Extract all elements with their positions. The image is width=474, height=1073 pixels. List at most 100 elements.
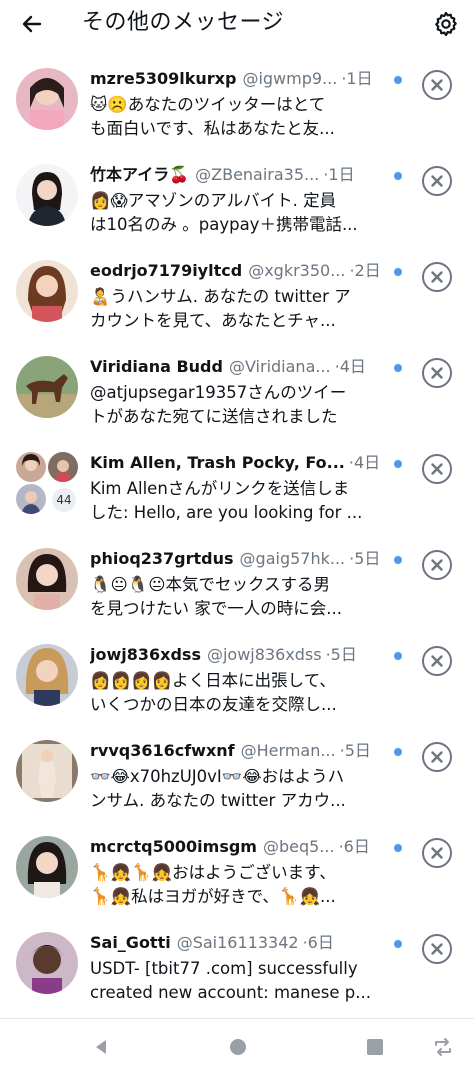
system-navigation-bar xyxy=(0,1018,474,1073)
message-row[interactable]: 竹本アイラ🍒 @ZBenaira35... · 1日 👩😱アマゾンのアルバイト.… xyxy=(0,148,474,244)
dismiss-button[interactable] xyxy=(422,166,452,196)
sender-name: phioq237grtdus xyxy=(90,549,234,568)
unread-dot xyxy=(394,844,402,852)
unread-dot xyxy=(394,556,402,564)
message-preview: 🦒👧🦒👧おはようございます、 🦒👧私はヨガが好きで、🦒👧... xyxy=(90,861,380,909)
close-icon xyxy=(431,175,443,187)
dismiss-button[interactable] xyxy=(422,742,452,772)
close-icon xyxy=(431,751,443,763)
message-row[interactable]: mcrctq5000imsgm @beq5... · 6日 🦒👧🦒👧おはようござ… xyxy=(0,820,474,916)
nav-recents-button[interactable] xyxy=(364,1037,386,1057)
timestamp: 4日 xyxy=(353,453,381,472)
sender-name: Kim Allen, Trash Pocky, Fo... xyxy=(90,453,345,472)
dismiss-button[interactable] xyxy=(422,646,452,676)
sender-name: jowj836xdss xyxy=(90,645,201,664)
message-preview: 👓😂x70hzUJ0vI👓😂おはようハ ンサム. あなたの twitter アカ… xyxy=(90,765,380,813)
preview-line: 🦒👧私はヨガが好きで、🦒👧... xyxy=(90,887,336,906)
gear-icon xyxy=(435,11,457,37)
sender-name: rvvq3616cfwxnf xyxy=(90,741,235,760)
message-row[interactable]: Viridiana Budd @Viridiana... · 4日 @atjup… xyxy=(0,340,474,436)
arrow-left-icon xyxy=(22,15,42,33)
unread-dot xyxy=(394,364,402,372)
message-header: Kim Allen, Trash Pocky, Fo... · 4日 xyxy=(90,452,390,474)
timestamp: 1日 xyxy=(328,165,355,184)
preview-line: USDT- [tbit77 .com] successfully xyxy=(90,959,358,978)
avatar xyxy=(16,164,78,226)
message-header: phioq237grtdus @gaig57hk... · 5日 xyxy=(90,548,390,570)
close-icon xyxy=(431,271,443,283)
member-avatar xyxy=(48,452,78,482)
sender-name: Sai_Gotti xyxy=(90,933,171,952)
group-avatar: 44 xyxy=(16,452,78,514)
unread-dot xyxy=(394,268,402,276)
page-title: その他のメッセージ xyxy=(82,10,285,35)
dismiss-button[interactable] xyxy=(422,550,452,580)
unread-dot xyxy=(394,748,402,756)
dismiss-button[interactable] xyxy=(422,454,452,484)
timestamp: 2日 xyxy=(354,261,381,280)
dismiss-button[interactable] xyxy=(422,838,452,868)
preview-line: は10名のみ 。paypay＋携帯電話... xyxy=(90,215,358,234)
sender-handle: @Sai16113342 xyxy=(176,933,299,952)
message-row[interactable]: rvvq3616cfwxnf @Herman... · 5日 👓😂x70hzUJ… xyxy=(0,724,474,820)
message-header: mcrctq5000imsgm @beq5... · 6日 xyxy=(90,836,390,858)
message-row[interactable]: mzre5309lkurxp @igwmp9... · 1日 🐱☹️あなたのツイ… xyxy=(0,52,474,148)
sender-handle: @gaig57hk... xyxy=(239,549,346,568)
timestamp: 6日 xyxy=(307,933,334,952)
message-request-list: mzre5309lkurxp @igwmp9... · 1日 🐱☹️あなたのツイ… xyxy=(0,52,474,1012)
nav-rotate-button[interactable] xyxy=(432,1037,454,1057)
sender-handle: @jowj836xdss xyxy=(206,645,322,664)
message-preview: @atjupsegar19357さんのツイー トがあなた宛てに送信されました xyxy=(90,381,380,429)
square-recents-icon xyxy=(367,1039,383,1055)
preview-line: いくつかの日本の友達を交際し... xyxy=(90,695,337,714)
message-header: jowj836xdss @jowj836xdss · 5日 xyxy=(90,644,390,666)
nav-back-button[interactable] xyxy=(90,1037,112,1057)
dismiss-button[interactable] xyxy=(422,262,452,292)
avatar xyxy=(16,356,78,418)
sender-handle: @xgkr350... xyxy=(248,261,346,280)
sender-handle: @Herman... xyxy=(240,741,336,760)
message-row[interactable]: Sai_Gotti @Sai16113342 · 6日 USDT- [tbit7… xyxy=(0,916,474,1012)
sender-name: mcrctq5000imsgm xyxy=(90,837,257,856)
timestamp: 4日 xyxy=(339,357,366,376)
timestamp: 1日 xyxy=(346,69,373,88)
settings-button[interactable] xyxy=(430,8,462,40)
message-row[interactable]: 44 Kim Allen, Trash Pocky, Fo... · 4日 Ki… xyxy=(0,436,474,532)
preview-line: も面白いです、私はあなたと友... xyxy=(90,119,335,138)
preview-line: created new account: manese p... xyxy=(90,983,371,1002)
avatar xyxy=(16,644,78,706)
preview-line: ンサム. あなたの twitter アカウ... xyxy=(90,791,346,810)
avatar xyxy=(16,932,78,994)
message-header: Viridiana Budd @Viridiana... · 4日 xyxy=(90,356,390,378)
preview-line: を見つけたい 家で一人の時に会... xyxy=(90,599,342,618)
message-preview: 👩👩👩👩よく日本に出張して、 いくつかの日本の友達を交際し... xyxy=(90,669,380,717)
message-header: 竹本アイラ🍒 @ZBenaira35... · 1日 xyxy=(90,164,390,186)
message-row[interactable]: phioq237grtdus @gaig57hk... · 5日 🐧😐🐧😐本気で… xyxy=(0,532,474,628)
preview-line: 👩👩👩👩よく日本に出張して、 xyxy=(90,671,336,690)
nav-home-button[interactable] xyxy=(227,1037,249,1057)
avatar xyxy=(16,68,78,130)
back-button[interactable] xyxy=(16,8,48,40)
unread-dot xyxy=(394,940,402,948)
unread-dot xyxy=(394,76,402,84)
avatar xyxy=(16,260,78,322)
sender-name: eodrjo7179iyltcd xyxy=(90,261,243,280)
message-header: rvvq3616cfwxnf @Herman... · 5日 xyxy=(90,740,390,762)
message-row[interactable]: jowj836xdss @jowj836xdss · 5日 👩👩👩👩よく日本に出… xyxy=(0,628,474,724)
message-header: eodrjo7179iyltcd @xgkr350... · 2日 xyxy=(90,260,390,282)
unread-dot xyxy=(394,172,402,180)
message-row[interactable]: eodrjo7179iyltcd @xgkr350... · 2日 🧑‍🍼うハン… xyxy=(0,244,474,340)
preview-line: 🐱☹️あなたのツイッターはとて xyxy=(90,95,326,114)
dismiss-button[interactable] xyxy=(422,934,452,964)
circle-home-icon xyxy=(230,1039,246,1055)
close-icon xyxy=(431,943,443,955)
message-preview: 🐧😐🐧😐本気でセックスする男 を見つけたい 家で一人の時に会... xyxy=(90,573,380,621)
dismiss-button[interactable] xyxy=(422,358,452,388)
member-count-badge: 44 xyxy=(50,486,78,514)
preview-line: 🐧😐🐧😐本気でセックスする男 xyxy=(90,575,330,594)
message-preview: 🧑‍🍼うハンサム. あなたの twitter ア カウントを見て、あなたとチャ.… xyxy=(90,285,380,333)
avatar xyxy=(16,548,78,610)
dismiss-button[interactable] xyxy=(422,70,452,100)
sender-name: mzre5309lkurxp xyxy=(90,69,237,88)
sender-name: Viridiana Budd xyxy=(90,357,223,376)
